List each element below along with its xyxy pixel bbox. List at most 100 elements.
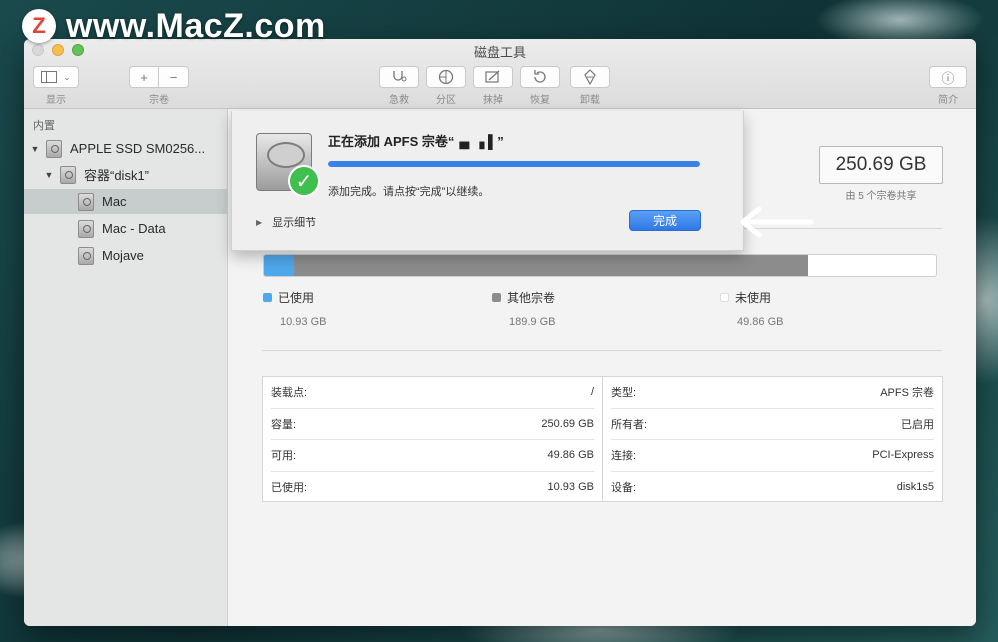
volume-control: + − 宗卷 (129, 66, 189, 106)
erase-button[interactable] (473, 66, 513, 88)
view-control: ⌄ 显示 (33, 66, 79, 106)
sidebar-item-mac-data[interactable]: Mac - Data (24, 216, 227, 241)
info-key: 可用: (271, 450, 297, 463)
legend-value: 49.86 GB (737, 316, 784, 328)
legend-value: 189.9 GB (509, 316, 556, 328)
legend-free: 未使用 49.86 GB (720, 289, 783, 328)
unmount-button[interactable] (570, 66, 610, 88)
volume-icon (78, 246, 94, 265)
chevron-down-icon: ⌄ (63, 71, 71, 82)
volume-segmented: + − (129, 66, 189, 88)
sidebar-item-container[interactable]: ▼ 容器“disk1” (24, 162, 227, 187)
show-details-toggle[interactable]: ▶ 显示细节 (256, 214, 316, 230)
info-control: ⓘ 简介 (929, 66, 967, 106)
first-aid-label: 急救 (389, 95, 409, 106)
restore-icon (534, 70, 546, 83)
volume-icon (78, 192, 94, 211)
sidebar-item-label: Mac (102, 194, 127, 209)
partition-control: 分区 (426, 66, 466, 106)
stethoscope-icon (393, 71, 407, 82)
legend-other-volumes: 其他宗卷 189.9 GB (492, 289, 555, 328)
info-key: 连接: (611, 450, 637, 463)
sidebar-icon (41, 71, 58, 83)
sheet-title: 正在添加 APFS 宗卷“▗▖▗ ▌” (328, 134, 504, 149)
legend-label: 其他宗卷 (507, 291, 556, 305)
volume-label: 宗卷 (149, 95, 169, 106)
other-swatch (492, 293, 501, 302)
view-button[interactable]: ⌄ (33, 66, 79, 88)
info-key: 设备: (611, 482, 637, 495)
info-row-connection: 连接: PCI-Express (611, 440, 934, 472)
legend-used: 已使用 10.93 GB (263, 289, 326, 328)
checkmark-icon: ✓ (288, 165, 320, 197)
info-label: 简介 (938, 95, 958, 106)
restore-label: 恢复 (530, 95, 550, 106)
info-value: 10.93 GB (547, 481, 594, 494)
hard-drive-icon: ✓ (256, 133, 320, 197)
info-value: PCI-Express (872, 449, 934, 462)
progress-bar (328, 161, 700, 167)
disk-icon (46, 139, 62, 158)
info-key: 类型: (611, 387, 637, 400)
info-value: 49.86 GB (547, 449, 594, 462)
info-value: APFS 宗卷 (880, 387, 934, 400)
done-button[interactable]: 完成 (629, 210, 701, 231)
info-value: 已启用 (901, 418, 934, 431)
usage-segment-other-volumes (294, 255, 809, 276)
first-aid-control: 急救 (379, 66, 419, 106)
disclosure-triangle-icon[interactable]: ▼ (42, 170, 56, 180)
info-key: 已使用: (271, 482, 308, 495)
used-swatch (263, 293, 272, 302)
erase-label: 抹掉 (483, 95, 503, 106)
watermark-logo: Z (22, 9, 56, 43)
partition-button[interactable] (426, 66, 466, 88)
legend-value: 10.93 GB (280, 316, 327, 328)
info-row-used: 已使用: 10.93 GB (271, 472, 594, 504)
add-volume-button[interactable]: + (129, 66, 159, 88)
info-value: / (590, 386, 594, 399)
info-column-left: 装载点: / 容量: 250.69 GB 可用: 49.86 GB 已使用: 10.93… (263, 377, 602, 501)
sidebar-section-internal: 内置 (33, 120, 55, 132)
restore-control: 恢复 (520, 66, 560, 106)
watermark-text: www.MacZ.com (66, 6, 326, 45)
capacity-display: 250.69 GB (819, 146, 943, 184)
unmount-label: 卸载 (580, 95, 600, 106)
unmount-icon (584, 69, 596, 85)
sidebar-item-mojave[interactable]: Mojave (24, 243, 227, 268)
progress-fill (328, 161, 700, 167)
info-value: disk1s5 (896, 481, 934, 494)
volume-info-table: 装载点: / 容量: 250.69 GB 可用: 49.86 GB 已使用: 10.93… (262, 376, 943, 502)
sheet-message: 添加完成。请点按“完成”以继续。 (328, 186, 490, 198)
sidebar-item-label: APPLE SSD SM0256... (70, 141, 206, 156)
divider (262, 350, 942, 351)
sidebar-item-mac[interactable]: Mac (24, 189, 227, 214)
info-column-right: 类型: APFS 宗卷 所有者: 已启用 连接: PCI-Express 设备: dis… (602, 377, 942, 501)
unmount-control: 卸载 (570, 66, 610, 106)
free-swatch (720, 293, 729, 302)
info-row-capacity: 容量: 250.69 GB (271, 409, 594, 440)
view-label: 显示 (46, 95, 66, 106)
info-key: 容量: (271, 418, 297, 431)
sidebar-item-label: Mojave (102, 248, 144, 263)
usage-bar (263, 254, 937, 277)
erase-control: 抹掉 (473, 66, 513, 106)
disclosure-triangle-icon[interactable]: ▼ (28, 144, 42, 154)
first-aid-button[interactable] (379, 66, 419, 88)
show-details-label: 显示细节 (272, 217, 317, 229)
info-key: 装载点: (271, 387, 308, 400)
info-row-device: 设备: disk1s5 (611, 472, 934, 504)
titlebar: 磁盘工具 ⌄ 显示 + − 宗卷 急救 分区 抹掉 恢复 卸载 ⓘ 简介 (24, 39, 976, 109)
usage-segment-used (264, 255, 295, 276)
info-row-mount-point: 装载点: / (271, 377, 594, 409)
sidebar: 内置 ▼ APPLE SSD SM0256... ▼ 容器“disk1” Mac… (24, 109, 228, 626)
info-button[interactable]: ⓘ (929, 66, 967, 88)
restore-button[interactable] (520, 66, 560, 88)
volume-icon (78, 219, 94, 238)
info-value: 250.69 GB (541, 417, 594, 430)
add-volume-sheet: ✓ 正在添加 APFS 宗卷“▗▖▗ ▌” 添加完成。请点按“完成”以继续。 ▶… (231, 111, 744, 251)
legend-label: 已使用 (278, 291, 315, 305)
remove-volume-button[interactable]: − (159, 66, 189, 88)
capacity-shared-note: 由 5 个宗卷共享 (845, 191, 917, 202)
arrow-annotation-icon (740, 206, 814, 238)
sidebar-item-apple-ssd[interactable]: ▼ APPLE SSD SM0256... (24, 136, 227, 161)
